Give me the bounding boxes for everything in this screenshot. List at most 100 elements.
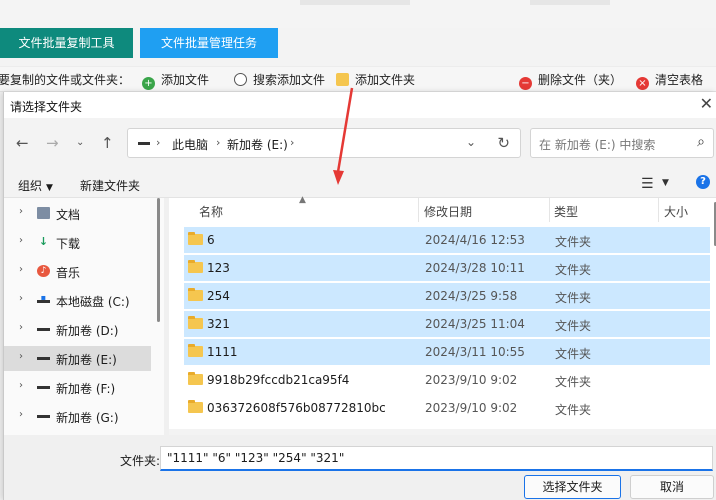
chevron-right-icon[interactable]: ›: [19, 235, 23, 246]
chevron-right-icon[interactable]: ›: [19, 264, 23, 275]
clear-table-label: 清空表格: [655, 73, 704, 87]
search-icon: ⌕: [697, 134, 705, 150]
chevron-down-icon[interactable]: ⌄: [466, 135, 476, 149]
column-date-modified[interactable]: 修改日期: [424, 203, 472, 220]
drive-icon: [37, 386, 50, 389]
file-date: 2023/9/10 9:02: [425, 373, 518, 387]
drive-icon: [37, 357, 50, 360]
sort-ascending-icon: ▲: [299, 195, 306, 205]
tab-file-copy-tool[interactable]: 文件批量复制工具: [0, 28, 133, 58]
add-folder-label: 添加文件夹: [355, 73, 416, 87]
file-row[interactable]: 1111 2024/3/11 10:55 文件夹: [184, 339, 710, 365]
file-row[interactable]: 6 2024/4/16 12:53 文件夹: [184, 227, 710, 253]
sidebar-item-music[interactable]: › ♪ 音乐: [4, 259, 151, 284]
folder-icon: [188, 260, 203, 273]
column-name[interactable]: 名称: [199, 203, 223, 220]
file-row[interactable]: 9918b29fccdb21ca95f4 2023/9/10 9:02 文件夹: [184, 367, 710, 393]
file-name: 9918b29fccdb21ca95f4: [207, 373, 350, 387]
file-type: 文件夹: [555, 375, 592, 389]
app-header-area: [0, 0, 716, 28]
drive-icon: [138, 142, 150, 145]
help-icon[interactable]: ?: [696, 175, 710, 189]
column-divider[interactable]: [418, 198, 419, 222]
navigation-scrollbar[interactable]: [157, 198, 160, 322]
sidebar-item-label: 下载: [56, 237, 81, 251]
recent-locations-chevron-icon[interactable]: ⌄: [76, 137, 84, 148]
windows-drive-icon: ▪: [37, 294, 50, 303]
sidebar-item-documents[interactable]: › 文档: [4, 201, 151, 226]
sidebar-item-label: 本地磁盘 (C:): [56, 295, 130, 309]
file-type: 文件夹: [555, 347, 592, 361]
caret-down-icon[interactable]: ▼: [662, 178, 669, 188]
clear-table-button[interactable]: × 清空表格: [636, 72, 704, 90]
chevron-right-icon[interactable]: ›: [19, 293, 23, 304]
chevron-right-icon[interactable]: ›: [19, 409, 23, 420]
add-folder-button[interactable]: 添加文件夹: [336, 72, 415, 88]
delete-file-button[interactable]: − 删除文件（夹）: [519, 72, 622, 90]
folder-picker-dialog: 请选择文件夹 ✕ ← → ⌄ ↑ › 此电脑 › 新加卷 (E:) › ⌄ ↻ …: [3, 92, 716, 500]
file-list: ▲ 名称 修改日期 类型 大小 6 2024/4/16 12:53 文件夹 12…: [169, 195, 716, 435]
chevron-right-icon[interactable]: ›: [19, 206, 23, 217]
chevron-right-icon[interactable]: ›: [216, 136, 220, 149]
caret-down-icon: ▼: [46, 183, 53, 193]
chevron-right-icon[interactable]: ›: [19, 351, 23, 362]
close-icon[interactable]: ✕: [700, 94, 713, 113]
up-arrow-icon[interactable]: ↑: [101, 134, 114, 152]
chevron-right-icon[interactable]: ›: [290, 136, 294, 149]
plus-icon: +: [142, 77, 155, 90]
dialog-title: 请选择文件夹: [10, 100, 83, 114]
breadcrumb-this-pc[interactable]: 此电脑: [172, 136, 208, 153]
file-row[interactable]: 123 2024/3/28 10:11 文件夹: [184, 255, 710, 281]
folder-name-label: 文件夹:: [120, 454, 161, 468]
file-row[interactable]: 254 2024/3/25 9:58 文件夹: [184, 283, 710, 309]
chevron-right-icon[interactable]: ›: [156, 136, 160, 149]
address-bar[interactable]: › 此电脑 › 新加卷 (E:) › ⌄ ↻: [127, 128, 521, 158]
file-name: 123: [207, 261, 230, 275]
folder-icon: [188, 344, 203, 357]
header-strip: [530, 0, 610, 5]
minus-icon: −: [519, 77, 532, 90]
column-size[interactable]: 大小: [664, 203, 688, 220]
sidebar-item-drive-d[interactable]: › 新加卷 (D:): [4, 317, 151, 342]
select-folder-button[interactable]: 选择文件夹: [524, 475, 621, 499]
folder-icon: [188, 372, 203, 385]
chevron-right-icon[interactable]: ›: [19, 380, 23, 391]
cancel-button[interactable]: 取消: [630, 475, 714, 499]
sidebar-item-label: 新加卷 (G:): [56, 411, 119, 425]
view-list-icon[interactable]: ☰: [641, 176, 654, 192]
folder-name-input[interactable]: "1111" "6" "123" "254" "321": [160, 446, 713, 471]
file-type: 文件夹: [555, 319, 592, 333]
folder-icon: [188, 232, 203, 245]
sidebar-item-drive-f[interactable]: › 新加卷 (F:): [4, 375, 151, 400]
sidebar-item-drive-e[interactable]: › 新加卷 (E:): [4, 346, 151, 371]
column-type[interactable]: 类型: [554, 203, 578, 220]
file-date: 2024/3/11 10:55: [425, 345, 525, 359]
file-row[interactable]: 036372608f576b08772810bc 2023/9/10 9:02 …: [184, 395, 710, 421]
file-date: 2024/3/25 11:04: [425, 317, 525, 331]
search-add-file-button[interactable]: 搜索添加文件: [234, 72, 325, 88]
chevron-right-icon[interactable]: ›: [19, 322, 23, 333]
add-file-button[interactable]: + 添加文件: [142, 72, 210, 90]
music-icon: ♪: [37, 265, 50, 277]
file-type: 文件夹: [555, 291, 592, 305]
back-arrow-icon[interactable]: ←: [16, 134, 29, 152]
file-name: 1111: [207, 345, 238, 359]
column-divider[interactable]: [549, 198, 550, 222]
sidebar-item-label: 文档: [56, 208, 81, 222]
download-icon: ↓: [38, 235, 49, 248]
search-input[interactable]: 在 新加卷 (E:) 中搜索: [539, 136, 655, 153]
sidebar-item-local-disk-c[interactable]: › ▪ 本地磁盘 (C:): [4, 288, 151, 313]
column-divider[interactable]: [658, 198, 659, 222]
new-folder-button[interactable]: 新建文件夹: [80, 177, 140, 194]
breadcrumb-drive-e[interactable]: 新加卷 (E:): [227, 136, 288, 153]
file-date: 2024/3/28 10:11: [425, 261, 525, 275]
refresh-icon[interactable]: ↻: [497, 134, 510, 152]
forward-arrow-icon[interactable]: →: [46, 134, 59, 152]
sidebar-item-drive-g[interactable]: › 新加卷 (G:): [4, 404, 151, 429]
organize-button[interactable]: 组织 ▼: [18, 177, 53, 194]
file-row[interactable]: 321 2024/3/25 11:04 文件夹: [184, 311, 710, 337]
add-file-label: 添加文件: [161, 73, 210, 87]
tab-file-manage-task[interactable]: 文件批量管理任务: [140, 28, 278, 58]
search-box[interactable]: 在 新加卷 (E:) 中搜索 ⌕: [530, 128, 714, 158]
sidebar-item-downloads[interactable]: › ↓ 下载: [4, 230, 151, 255]
